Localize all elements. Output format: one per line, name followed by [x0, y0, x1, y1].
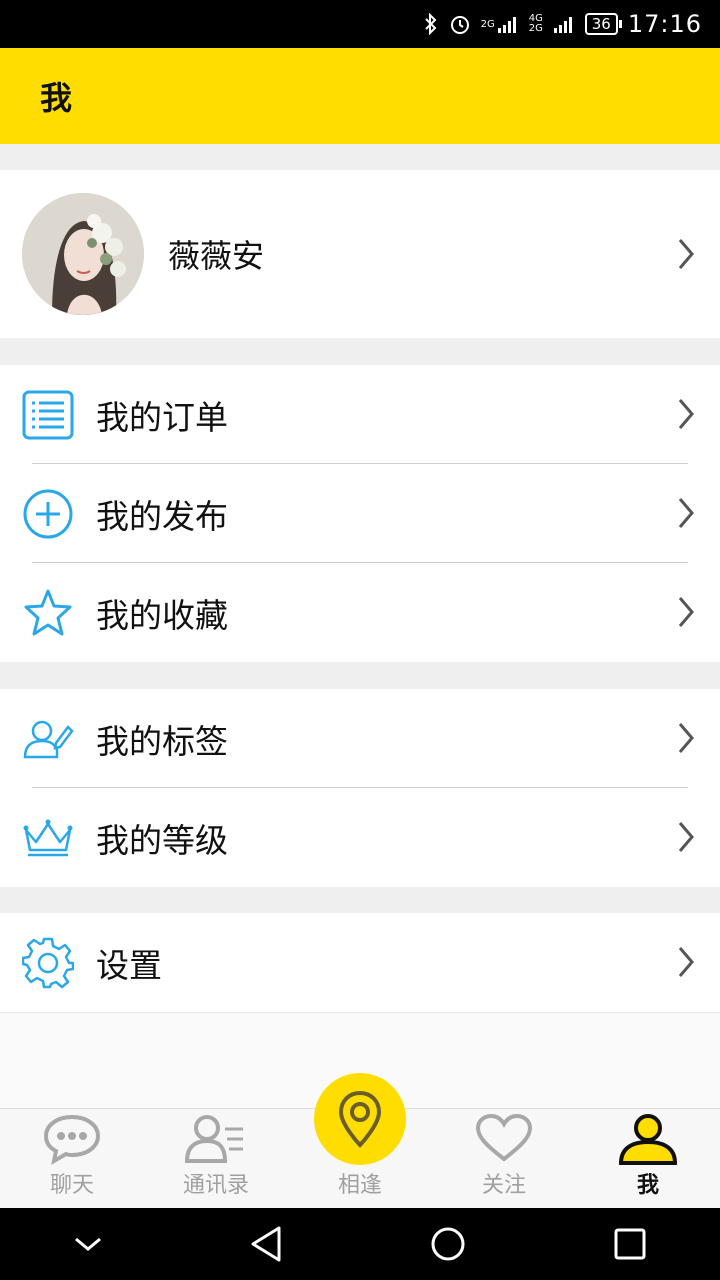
menu-label: 我的订单	[96, 397, 228, 437]
contacts-icon	[185, 1115, 243, 1163]
page-title: 我	[40, 79, 73, 117]
crown-icon	[22, 812, 74, 864]
avatar[interactable]	[22, 193, 144, 315]
user-edit-icon	[22, 713, 74, 765]
location-button[interactable]	[314, 1073, 406, 1165]
gear-icon	[22, 937, 74, 989]
tab-label: 聊天	[49, 1173, 94, 1198]
menu-item-orders[interactable]: 我的订单	[0, 365, 720, 464]
chat-icon	[43, 1114, 101, 1165]
menu-item-favorites[interactable]: 我的收藏	[0, 563, 720, 662]
status-bar: 2G 4G 2G 36 17:16	[0, 0, 720, 48]
chevron-right-icon	[678, 822, 694, 852]
app-header: 我	[0, 48, 720, 144]
recents-icon[interactable]	[613, 1227, 647, 1261]
profile-name: 薇薇安	[168, 237, 265, 275]
tab-label: 通讯录	[182, 1173, 249, 1198]
menu-group-profile: 我的标签 我的等级	[0, 689, 720, 887]
home-icon[interactable]	[429, 1225, 467, 1263]
bluetooth-icon	[423, 13, 439, 35]
battery-indicator: 36	[584, 13, 622, 35]
tab-follow[interactable]: 关注	[432, 1109, 576, 1209]
person-icon	[618, 1114, 678, 1165]
chevron-right-icon	[678, 947, 694, 977]
tab-me[interactable]: 我	[576, 1109, 720, 1209]
star-icon	[22, 587, 74, 639]
menu-label: 设置	[96, 945, 162, 985]
list-icon	[22, 389, 74, 441]
tab-label: 我	[636, 1173, 659, 1198]
menu-group-settings: 设置	[0, 913, 720, 1012]
signal-1-icon: 2G	[481, 15, 519, 33]
profile-row[interactable]: 薇薇安	[0, 170, 720, 338]
chevron-right-icon	[678, 239, 694, 269]
chevron-right-icon	[678, 723, 694, 753]
menu-item-level[interactable]: 我的等级	[0, 788, 720, 887]
system-nav-bar	[0, 1208, 720, 1280]
bottom-tab-bar: 聊天 通讯录 相逢 关注 我	[0, 1073, 720, 1209]
tab-chat[interactable]: 聊天	[0, 1109, 144, 1209]
menu-group-orders: 我的订单 我的发布 我的收藏	[0, 365, 720, 662]
status-time: 17:16	[627, 10, 702, 38]
menu-label: 我的收藏	[96, 595, 228, 635]
chevron-right-icon	[678, 498, 694, 528]
chevron-right-icon	[678, 399, 694, 429]
menu-item-tags[interactable]: 我的标签	[0, 689, 720, 788]
menu-item-settings[interactable]: 设置	[0, 913, 720, 1012]
back-icon[interactable]	[249, 1225, 283, 1263]
tab-contacts[interactable]: 通讯录	[144, 1109, 288, 1209]
chevron-right-icon	[678, 597, 694, 627]
location-pin-icon	[338, 1090, 382, 1148]
menu-label: 我的标签	[96, 721, 228, 761]
tab-meet[interactable]: 相逢	[288, 1073, 432, 1209]
tab-label: 关注	[481, 1173, 526, 1198]
chevron-down-icon[interactable]	[73, 1234, 103, 1254]
tab-label: 相逢	[337, 1173, 382, 1198]
signal-2-icon: 4G 2G	[529, 14, 575, 34]
plus-circle-icon	[22, 488, 74, 540]
menu-item-posts[interactable]: 我的发布	[0, 464, 720, 563]
menu-label: 我的等级	[96, 820, 228, 860]
menu-label: 我的发布	[96, 496, 228, 536]
alarm-icon	[449, 13, 471, 35]
heart-icon	[475, 1113, 533, 1162]
